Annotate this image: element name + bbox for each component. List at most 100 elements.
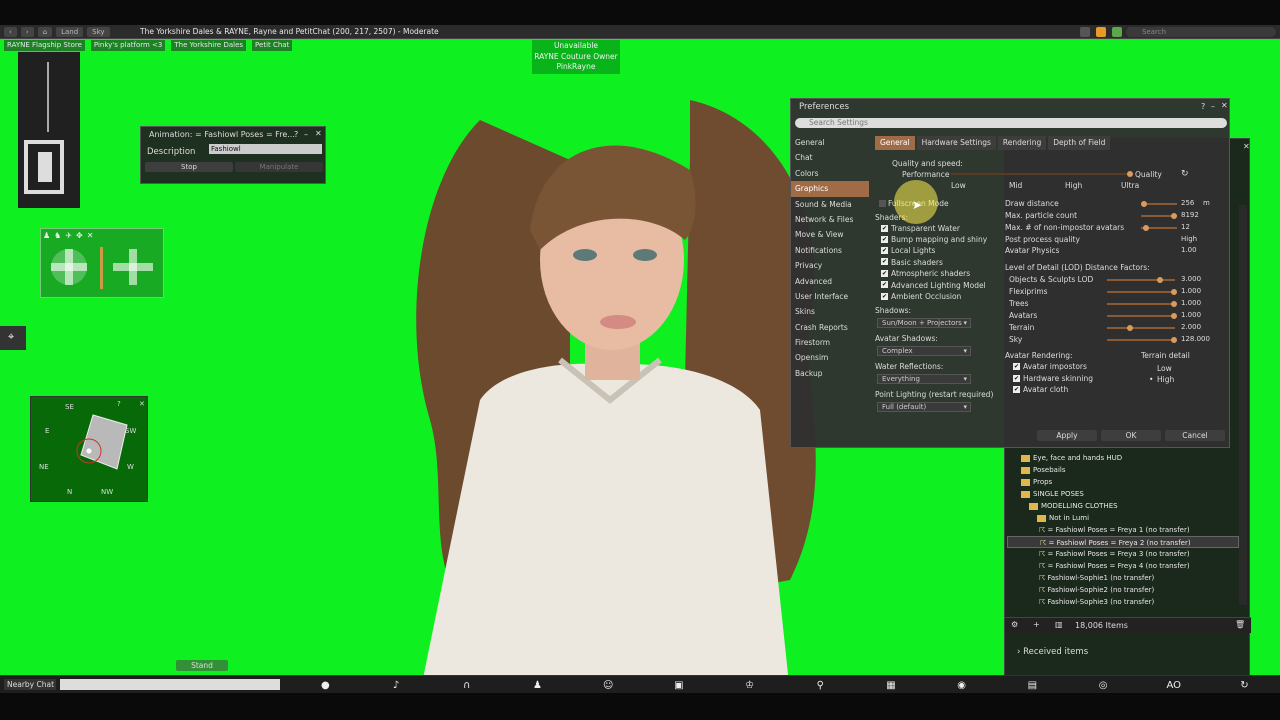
minimize-icon[interactable]: – — [304, 130, 308, 139]
inventory-folder[interactable]: Eye, face and hands HUD — [1021, 452, 1122, 464]
lod-slider[interactable] — [1107, 315, 1175, 317]
run-icon[interactable]: ♞ — [54, 231, 61, 241]
forward-button[interactable]: › — [20, 27, 34, 37]
scrollbar[interactable] — [1239, 205, 1247, 605]
category-graphics[interactable]: Graphics — [791, 181, 869, 197]
inventory-folder[interactable]: SINGLE POSES — [1021, 488, 1084, 500]
close-icon[interactable]: ✕ — [315, 129, 322, 138]
lod-value[interactable]: 1.000 — [1181, 311, 1209, 319]
category-firestorm[interactable]: Firestorm — [791, 335, 869, 350]
inventory-icon[interactable]: ▥ — [1055, 620, 1063, 629]
reset-icon[interactable]: ↻ — [1181, 169, 1189, 179]
fly-icon[interactable]: ✈ — [65, 231, 72, 241]
slider-knob[interactable] — [1171, 213, 1177, 219]
terrain-high-option[interactable]: High — [1157, 375, 1174, 384]
slider-knob[interactable] — [1171, 337, 1177, 343]
lod-value[interactable]: 2.000 — [1181, 323, 1209, 331]
chat-icon[interactable]: ● — [315, 680, 335, 691]
stop-fly-icon[interactable]: ✥ — [76, 231, 83, 241]
category-colors[interactable]: Colors — [791, 166, 869, 181]
inventory-item[interactable]: ☈ = Fashiowl Poses = Freya 3 (no transfe… — [1039, 548, 1190, 560]
inventory-folder[interactable]: Props — [1021, 476, 1052, 488]
lod-value[interactable]: 128.000 — [1181, 335, 1210, 343]
voice-icon[interactable]: ♪ — [386, 680, 406, 691]
tab-depth-of-field[interactable]: Depth of Field — [1048, 136, 1111, 150]
view-icon[interactable]: ◉ — [952, 680, 972, 691]
ao-button[interactable]: AO — [1164, 680, 1184, 691]
slider-knob[interactable] — [1171, 313, 1177, 319]
lod-slider[interactable] — [1107, 291, 1175, 293]
description-field[interactable]: Fashiowl — [209, 144, 322, 154]
lod-value[interactable]: 3.000 — [1181, 275, 1209, 283]
search-input[interactable]: Search — [1126, 27, 1276, 37]
favorite-link[interactable]: RAYNE Flagship Store — [4, 40, 85, 51]
back-button[interactable]: ‹ — [4, 27, 17, 37]
inventory-folder[interactable]: MODELLING CLOTHES — [1029, 500, 1118, 512]
setting-value[interactable]: 1.00 — [1181, 246, 1209, 254]
category-network-files[interactable]: Network & Files — [791, 212, 869, 227]
appearance-icon[interactable]: ♔ — [740, 680, 760, 691]
walk-icon[interactable]: ♟ — [43, 231, 50, 241]
cancel-button[interactable]: Cancel — [1165, 430, 1225, 441]
received-items-header[interactable]: › Received items — [1017, 647, 1088, 657]
category-skins[interactable]: Skins — [791, 304, 869, 319]
close-icon[interactable]: ✕ — [1221, 101, 1228, 110]
radio-selected-icon[interactable]: • — [1149, 375, 1153, 384]
avatar-rendering-checkbox[interactable]: ✔ — [1013, 363, 1020, 370]
category-chat[interactable]: Chat — [791, 150, 869, 165]
move-icon[interactable]: ♟ — [527, 680, 547, 691]
setting-value[interactable]: 8192 — [1181, 211, 1209, 219]
tab-general[interactable]: General — [875, 136, 915, 150]
slider-knob[interactable] — [1171, 301, 1177, 307]
lod-value[interactable]: 1.000 — [1181, 287, 1209, 295]
lod-slider[interactable] — [1107, 279, 1175, 281]
minimap[interactable]: SE E NE N NW SW W ? ✕ — [30, 396, 148, 502]
favorite-link[interactable]: Petit Chat — [252, 40, 293, 51]
inventory-folder[interactable]: Posebails — [1021, 464, 1065, 476]
joystick-icon[interactable] — [45, 243, 161, 297]
category-backup[interactable]: Backup — [791, 366, 869, 381]
close-icon[interactable]: ✕ — [139, 400, 145, 408]
inventory-item[interactable]: ☈ = Fashiowl Poses = Freya 1 (no transfe… — [1039, 524, 1190, 536]
slider-knob[interactable] — [1171, 289, 1177, 295]
inventory-item[interactable]: ☈ Fashiowl-Sophie1 (no transfer) — [1039, 572, 1154, 584]
refresh-icon[interactable]: ↻ — [1234, 680, 1254, 691]
setting-value[interactable]: High — [1181, 235, 1209, 243]
manipulate-button[interactable]: Manipulate — [235, 162, 323, 172]
star-icon[interactable] — [1096, 27, 1106, 37]
slider-knob[interactable] — [1141, 201, 1147, 207]
shadows-select[interactable]: Sun/Moon + Projectors — [877, 318, 971, 328]
category-crash-reports[interactable]: Crash Reports — [791, 320, 869, 335]
lod-slider[interactable] — [1107, 339, 1175, 341]
radar-icon[interactable]: ◎ — [1093, 680, 1113, 691]
slider-knob[interactable] — [1157, 277, 1163, 283]
shader-checkbox[interactable]: ✔ — [881, 225, 888, 232]
tab-rendering[interactable]: Rendering — [997, 136, 1047, 150]
inventory-icon[interactable]: ▤ — [1022, 680, 1042, 691]
avatar-rendering-checkbox[interactable]: ✔ — [1013, 375, 1020, 382]
map-pin-button[interactable]: ⌖ — [0, 326, 26, 350]
close-icon[interactable]: ✕ — [87, 231, 94, 241]
shader-checkbox[interactable]: ✔ — [881, 281, 888, 288]
inventory-item[interactable]: ☈ Fashiowl-Sophie3 (no transfer) — [1039, 596, 1154, 608]
map-icon[interactable]: ▦ — [881, 680, 901, 691]
location-bar[interactable]: The Yorkshire Dales & RAYNE, Rayne and P… — [140, 27, 439, 37]
inventory-item-selected[interactable]: ☈ = Fashiowl Poses = Freya 2 (no transfe… — [1007, 536, 1239, 548]
slider-knob[interactable] — [1127, 325, 1133, 331]
nearby-chat-button[interactable]: Nearby Chat — [4, 679, 56, 690]
category-user-interface[interactable]: User Interface — [791, 289, 869, 304]
search-icon[interactable]: ⚲ — [810, 680, 830, 691]
slider-knob[interactable] — [1143, 225, 1149, 231]
terrain-low-option[interactable]: Low — [1157, 364, 1172, 373]
help-icon[interactable]: ? — [1201, 102, 1205, 111]
shader-checkbox[interactable]: ✔ — [881, 293, 888, 300]
headset-icon[interactable]: ∩ — [457, 680, 477, 691]
lod-slider[interactable] — [1107, 303, 1175, 305]
ok-button[interactable]: OK — [1101, 430, 1161, 441]
gear-icon[interactable]: ⚙ — [1011, 620, 1018, 629]
close-icon[interactable]: ✕ — [1243, 142, 1250, 151]
stand-button[interactable]: Stand — [176, 660, 228, 671]
setting-value[interactable]: 12 — [1181, 223, 1209, 231]
favorite-link[interactable]: The Yorkshire Dales — [171, 40, 247, 51]
avatar-rendering-checkbox[interactable]: ✔ — [1013, 386, 1020, 393]
